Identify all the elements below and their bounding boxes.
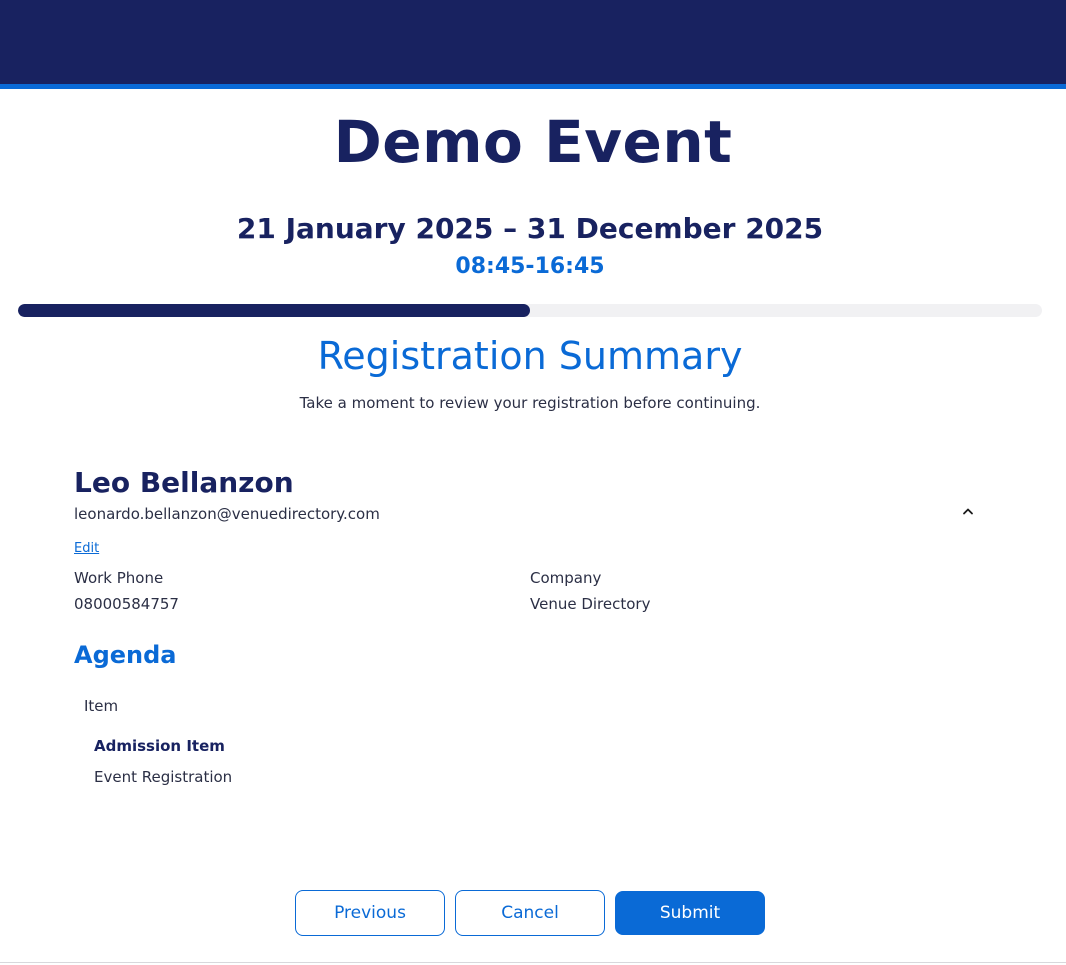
agenda-item-description: Event Registration xyxy=(94,768,233,786)
work-phone-value: 08000584757 xyxy=(74,595,179,613)
top-accent-bar xyxy=(0,84,1066,89)
edit-link[interactable]: Edit xyxy=(74,541,99,556)
agenda-item-name: Admission Item xyxy=(94,737,225,755)
chevron-up-icon xyxy=(963,508,973,515)
attendee-email: leonardo.bellanzon@venuedirectory.com xyxy=(74,505,380,523)
event-time: 08:45-16:45 xyxy=(455,254,605,279)
collapse-toggle[interactable] xyxy=(956,500,980,522)
bottom-divider xyxy=(0,962,1066,963)
submit-button[interactable]: Submit xyxy=(615,891,765,935)
company-label: Company xyxy=(530,569,602,587)
progress-bar-fill xyxy=(18,304,530,317)
work-phone-label: Work Phone xyxy=(74,569,164,587)
agenda-title: Agenda xyxy=(74,641,177,669)
previous-button[interactable]: Previous xyxy=(295,890,445,936)
cancel-button[interactable]: Cancel xyxy=(455,890,605,936)
attendee-name: Leo Bellanzon xyxy=(74,466,294,499)
section-subtitle: Take a moment to review your registratio… xyxy=(299,394,761,412)
agenda-column-header: Item xyxy=(84,697,119,715)
event-dates: 21 January 2025 – 31 December 2025 xyxy=(236,212,824,245)
top-banner xyxy=(0,0,1066,84)
section-title: Registration Summary xyxy=(317,334,743,378)
event-title: Demo Event xyxy=(333,108,733,176)
company-value: Venue Directory xyxy=(530,595,651,613)
progress-bar xyxy=(18,304,1042,317)
